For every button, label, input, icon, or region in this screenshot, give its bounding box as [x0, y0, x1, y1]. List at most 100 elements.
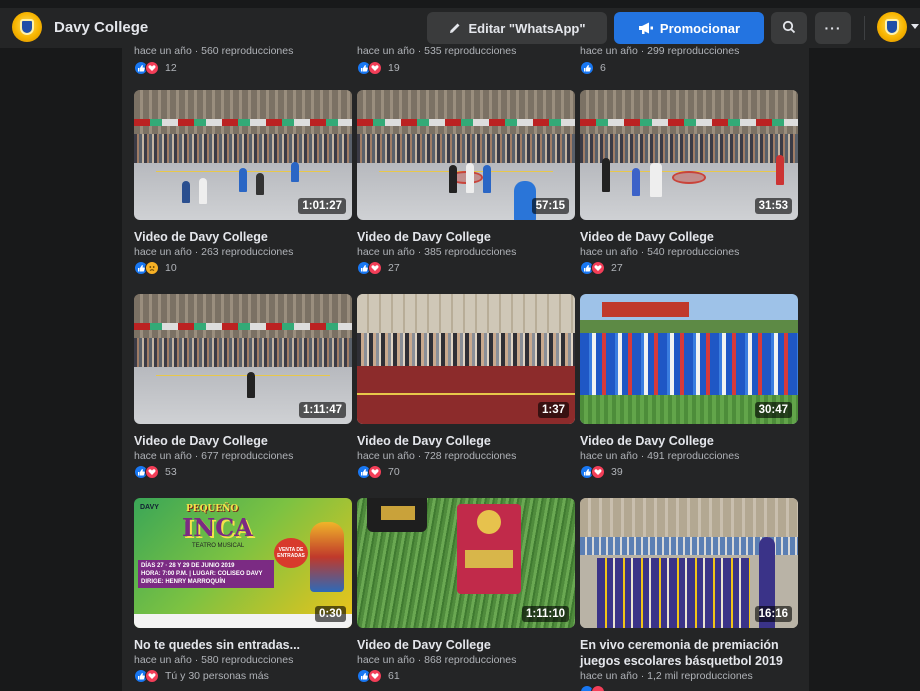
video-title[interactable]: Video de Davy College [357, 637, 575, 653]
video-thumbnail[interactable]: 57:15 [357, 90, 575, 220]
video-meta: hace un año · 560 reproducciones [134, 45, 294, 57]
reaction-count: 53 [165, 466, 177, 478]
reactions[interactable]: Tú y 30 personas más [134, 669, 269, 683]
page-avatar[interactable] [12, 12, 42, 42]
search-button[interactable] [771, 12, 807, 44]
search-icon [782, 20, 796, 37]
page-name[interactable]: Davy College [54, 19, 148, 36]
reactions[interactable]: 27 [580, 261, 623, 275]
reaction-count: 27 [611, 262, 623, 274]
megaphone-icon [638, 21, 654, 35]
reactions[interactable]: 6 [580, 61, 606, 75]
video-duration: 30:47 [754, 402, 792, 418]
more-options-button[interactable]: ··· [815, 12, 851, 44]
video-thumbnail[interactable]: 31:53 [580, 90, 798, 220]
reactions[interactable]: 53 [134, 465, 177, 479]
love-reaction-icon [591, 465, 605, 479]
love-reaction-icon [145, 669, 159, 683]
love-reaction-icon [368, 261, 382, 275]
poster-stamp: VENTA DE ENTRADAS [274, 538, 308, 568]
page-header-bar: Davy College Editar "WhatsApp" Promocion… [0, 8, 920, 48]
video-thumbnail[interactable]: 16:16 [580, 498, 798, 628]
promote-button-label: Promocionar [659, 20, 741, 36]
reactions[interactable]: 10 [134, 261, 177, 275]
reactions[interactable]: 27 [357, 261, 400, 275]
video-title[interactable]: No te quedes sin entradas... [134, 637, 352, 653]
video-meta: hace un año · 299 reproducciones [580, 45, 740, 57]
pencil-icon [448, 21, 462, 35]
edit-button-button[interactable]: Editar "WhatsApp" [427, 12, 607, 44]
divider [864, 16, 865, 40]
reaction-count: 19 [388, 62, 400, 74]
video-duration: 1:11:47 [298, 402, 346, 418]
video-duration: 0:30 [314, 606, 346, 622]
love-reaction-icon [591, 685, 605, 691]
love-reaction-icon [591, 261, 605, 275]
love-reaction-icon [145, 465, 159, 479]
reactions[interactable]: 19 [357, 61, 400, 75]
love-reaction-icon [145, 61, 159, 75]
poster-details: DÍAS 27 · 28 Y 29 DE JUNIO 2019 HORA: 7:… [138, 560, 274, 588]
video-title[interactable]: Video de Davy College [580, 229, 798, 245]
reactions[interactable]: 61 [357, 669, 400, 683]
video-duration: 16:16 [754, 606, 792, 622]
reaction-count: 10 [165, 262, 177, 274]
reactions[interactable]: 12 [134, 61, 177, 75]
video-meta: hace un año · 580 reproducciones [134, 654, 294, 666]
reaction-count: 12 [165, 62, 177, 74]
video-meta: hace un año · 1,2 mil reproducciones [580, 670, 753, 682]
video-meta: hace un año · 728 reproducciones [357, 450, 517, 462]
video-meta: hace un año · 535 reproducciones [357, 45, 517, 57]
chevron-down-icon[interactable] [911, 24, 919, 29]
reactions[interactable]: 39 [580, 465, 623, 479]
video-title[interactable]: Video de Davy College [580, 433, 798, 449]
video-thumbnail[interactable]: 30:47 [580, 294, 798, 424]
video-thumbnail[interactable]: 1:11:10 [357, 498, 575, 628]
video-meta: hace un año · 677 reproducciones [134, 450, 294, 462]
edit-button-label: Editar "WhatsApp" [468, 20, 586, 36]
poster-line: DÍAS 27 · 28 Y 29 DE JUNIO 2019 [141, 563, 235, 569]
video-duration: 1:01:27 [298, 198, 346, 214]
video-duration: 1:37 [537, 402, 569, 418]
video-thumbnail[interactable]: 1:37 [357, 294, 575, 424]
video-title[interactable]: Video de Davy College [134, 433, 352, 449]
promote-button[interactable]: Promocionar [614, 12, 764, 44]
video-meta: hace un año · 385 reproducciones [357, 246, 517, 258]
video-meta: hace un año · 491 reproducciones [580, 450, 740, 462]
reaction-count: 70 [388, 466, 400, 478]
video-title[interactable]: Video de Davy College [357, 229, 575, 245]
video-title[interactable]: En vivo ceremonia de premiación juegos e… [580, 637, 798, 669]
crest-icon [20, 19, 34, 35]
crest-icon [885, 19, 899, 35]
reaction-count: 27 [388, 262, 400, 274]
poster-line: DIRIGE: HENRY MARROQUÍN [141, 579, 226, 585]
sad-reaction-icon [145, 261, 159, 275]
reaction-count: Tú y 30 personas más [165, 670, 269, 682]
reaction-count: 6 [600, 62, 606, 74]
poster-subtitle: TEATRO MUSICAL [192, 543, 245, 549]
poster-headline: INCA [182, 513, 253, 542]
video-title[interactable]: Video de Davy College [357, 433, 575, 449]
video-meta: hace un año · 263 reproducciones [134, 246, 294, 258]
reaction-count: 39 [611, 466, 623, 478]
poster-line: HORA: 7:00 P.M. | LUGAR: COLISEO DAVY [141, 571, 263, 577]
video-thumbnail[interactable]: 1:11:47 [134, 294, 352, 424]
video-duration: 1:11:10 [521, 606, 569, 622]
love-reaction-icon [368, 669, 382, 683]
video-thumbnail[interactable]: 1:01:27 [134, 90, 352, 220]
video-duration: 57:15 [531, 198, 569, 214]
love-reaction-icon [368, 61, 382, 75]
video-duration: 31:53 [754, 198, 792, 214]
video-thumbnail[interactable]: DAVY PEQUEÑO INCA TEATRO MUSICAL DÍAS 27… [134, 498, 352, 628]
reaction-count: 61 [388, 670, 400, 682]
video-meta: hace un año · 868 reproducciones [357, 654, 517, 666]
video-meta: hace un año · 540 reproducciones [580, 246, 740, 258]
reactions[interactable] [580, 685, 605, 691]
video-title[interactable]: Video de Davy College [134, 229, 352, 245]
reactions[interactable]: 70 [357, 465, 400, 479]
like-reaction-icon [580, 61, 594, 75]
account-avatar[interactable] [877, 12, 907, 42]
love-reaction-icon [368, 465, 382, 479]
poster-brand: DAVY [140, 504, 159, 511]
videos-panel: hace un año · 560 reproducciones 12 hace… [122, 45, 809, 691]
